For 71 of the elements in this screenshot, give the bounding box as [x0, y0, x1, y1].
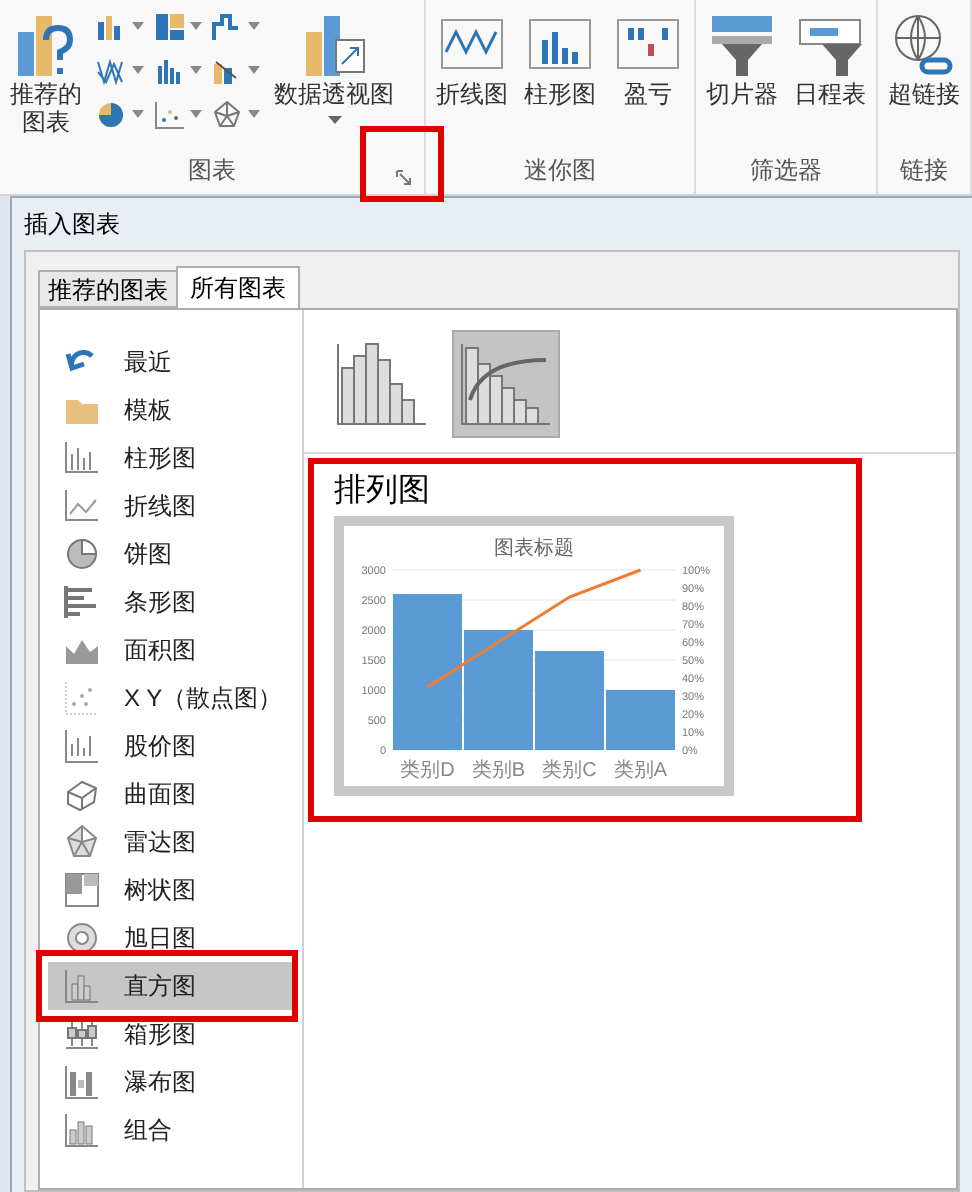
tab[interactable]: 所有图表: [176, 266, 300, 310]
sunburst-chart-icon: [64, 920, 100, 956]
stock-chart-icon: [64, 728, 100, 764]
group-label: 迷你图: [524, 154, 596, 188]
pie-chart-icon: [64, 536, 100, 572]
chart-dropdown-button[interactable]: [152, 8, 204, 44]
line-chart-icon: [96, 55, 126, 85]
chart-type-item[interactable]: 直方图: [48, 962, 292, 1010]
treemap-chart-icon: [64, 872, 100, 908]
chart-bar: [464, 630, 533, 750]
histogram-chart-icon: [154, 55, 184, 85]
pie-chart-icon: [96, 99, 126, 129]
chart-type-item[interactable]: 模板: [48, 386, 292, 434]
ribbon-button[interactable]: 日程表: [790, 4, 870, 108]
chart-subtype-button[interactable]: [452, 330, 560, 438]
box-chart-icon: [64, 1016, 100, 1052]
chart-type-item[interactable]: 折线图: [48, 482, 292, 530]
ribbon-button[interactable]: 推荐的 图表: [6, 4, 86, 136]
dialog-title: 插入图表: [22, 208, 122, 242]
chart-dropdown-button[interactable]: [152, 96, 204, 132]
column-chart-icon: [64, 440, 100, 476]
chart-type-item[interactable]: 瀑布图: [48, 1058, 292, 1106]
chart-type-item[interactable]: 面积图: [48, 626, 292, 674]
chart-type-item[interactable]: 组合: [48, 1106, 292, 1154]
group-label: 链接: [900, 154, 948, 188]
chart-type-item[interactable]: 最近: [48, 338, 292, 386]
ribbon-button[interactable]: 超链接: [884, 4, 964, 108]
chart-title: 图表标题: [494, 538, 574, 560]
chart-type-item[interactable]: 柱形图: [48, 434, 292, 482]
ribbon-button[interactable]: 切片器: [702, 4, 782, 108]
axis-label: 类别A: [613, 760, 668, 782]
chart-type-item[interactable]: 箱形图: [48, 1010, 292, 1058]
chart-dropdown-button[interactable]: [210, 8, 262, 44]
waterfall-chart-icon: [64, 1064, 100, 1100]
preview-title: 排列图: [334, 472, 432, 512]
ribbon-button[interactable]: 盈亏: [608, 4, 688, 108]
axis-label: 类别B: [471, 760, 526, 782]
tab[interactable]: 推荐的图表: [38, 270, 176, 308]
chart-type-item[interactable]: 条形图: [48, 578, 292, 626]
surface-chart-icon: [64, 776, 100, 812]
combo-chart-icon: [64, 1112, 100, 1148]
treemap-chart-icon: [154, 11, 184, 41]
launcher-arrow-icon: [396, 170, 412, 186]
group-label: 图表: [188, 154, 236, 188]
combo-chart-icon: [212, 55, 242, 85]
ribbon-button[interactable]: 折线图: [432, 4, 512, 108]
chart-dropdown-button[interactable]: [210, 96, 262, 132]
axis-label: 类别D: [400, 760, 455, 782]
chart-type-item[interactable]: 树状图: [48, 866, 292, 914]
group-label: 筛选器: [750, 154, 822, 188]
chart-type-item[interactable]: X Y（散点图）: [48, 674, 292, 722]
histogram-chart-icon: [64, 968, 100, 1004]
bar-chart-icon: [64, 584, 100, 620]
ribbon-button[interactable]: 数据透视图: [270, 4, 398, 124]
ribbon-button[interactable]: 柱形图: [520, 4, 600, 108]
chart-type-item[interactable]: 饼图: [48, 530, 292, 578]
chart-type-item[interactable]: 雷达图: [48, 818, 292, 866]
chart-type-item[interactable]: 股价图: [48, 722, 292, 770]
chart-type-item[interactable]: 旭日图: [48, 914, 292, 962]
scatter-chart-icon: [64, 680, 100, 716]
chart-type-item[interactable]: 曲面图: [48, 770, 292, 818]
axis-label: 类别C: [542, 760, 597, 782]
scatter-chart-icon: [154, 99, 184, 129]
line-chart-icon: [64, 488, 100, 524]
pareto-chart-icon: [458, 340, 554, 428]
waterfall-chart-icon: [212, 11, 242, 41]
histogram-chart-icon: [334, 340, 430, 428]
radar-chart-icon: [64, 824, 100, 860]
column-chart-icon: [96, 11, 126, 41]
radar-chart-icon: [212, 99, 242, 129]
dialog-launcher-button[interactable]: [392, 166, 416, 190]
